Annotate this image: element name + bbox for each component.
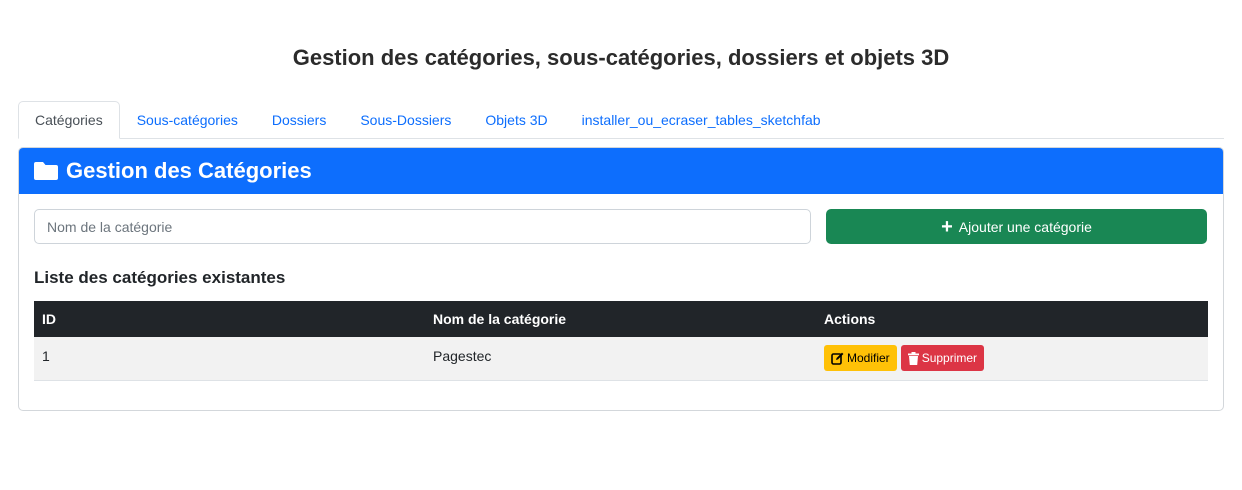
table-header-row: ID Nom de la catégorie Actions — [34, 301, 1208, 337]
edit-label: Modifier — [847, 351, 890, 366]
plus-icon: + — [941, 215, 953, 238]
add-category-form: + Ajouter une catégorie — [34, 209, 1208, 244]
tab-sous-dossiers[interactable]: Sous-Dossiers — [343, 101, 468, 139]
cell-actions: Modifier Supprimer — [816, 337, 1208, 380]
edit-icon — [831, 352, 844, 365]
column-header-id: ID — [42, 311, 56, 327]
panel-title: Gestion des Catégories — [66, 158, 312, 183]
categories-panel: Gestion des Catégories + Ajouter une cat… — [18, 147, 1224, 411]
folder-icon — [34, 162, 58, 180]
cell-name: Pagestec — [433, 348, 492, 364]
tab-objets-3d[interactable]: Objets 3D — [468, 101, 564, 139]
tab-dossiers[interactable]: Dossiers — [255, 101, 343, 139]
table-row: 1 Pagestec Modifier Supprimer — [34, 337, 1208, 380]
tab-sous-categories[interactable]: Sous-catégories — [120, 101, 255, 139]
edit-button[interactable]: Modifier — [824, 345, 897, 372]
categories-table: ID Nom de la catégorie Actions 1 Pageste… — [34, 301, 1208, 381]
delete-label: Supprimer — [921, 351, 978, 366]
delete-button[interactable]: Supprimer — [900, 345, 985, 372]
list-title: Liste des catégories existantes — [34, 268, 286, 287]
cell-id: 1 — [42, 348, 50, 364]
tab-categories[interactable]: Catégories — [18, 101, 120, 139]
column-header-actions: Actions — [824, 311, 876, 327]
page-title: Gestion des catégories, sous-catégories,… — [292, 45, 950, 70]
column-header-name: Nom de la catégorie — [433, 311, 567, 327]
tab-installer-sketchfab[interactable]: installer_ou_ecraser_tables_sketchfab — [565, 101, 838, 139]
panel-header: Gestion des Catégories — [19, 148, 1223, 194]
add-category-button[interactable]: + Ajouter une catégorie — [826, 209, 1207, 244]
trash-icon — [907, 351, 919, 365]
tab-bar: Catégories Sous-catégories Dossiers Sous… — [18, 101, 1224, 139]
category-name-input[interactable] — [34, 209, 811, 244]
add-category-label: Ajouter une catégorie — [958, 218, 1092, 235]
